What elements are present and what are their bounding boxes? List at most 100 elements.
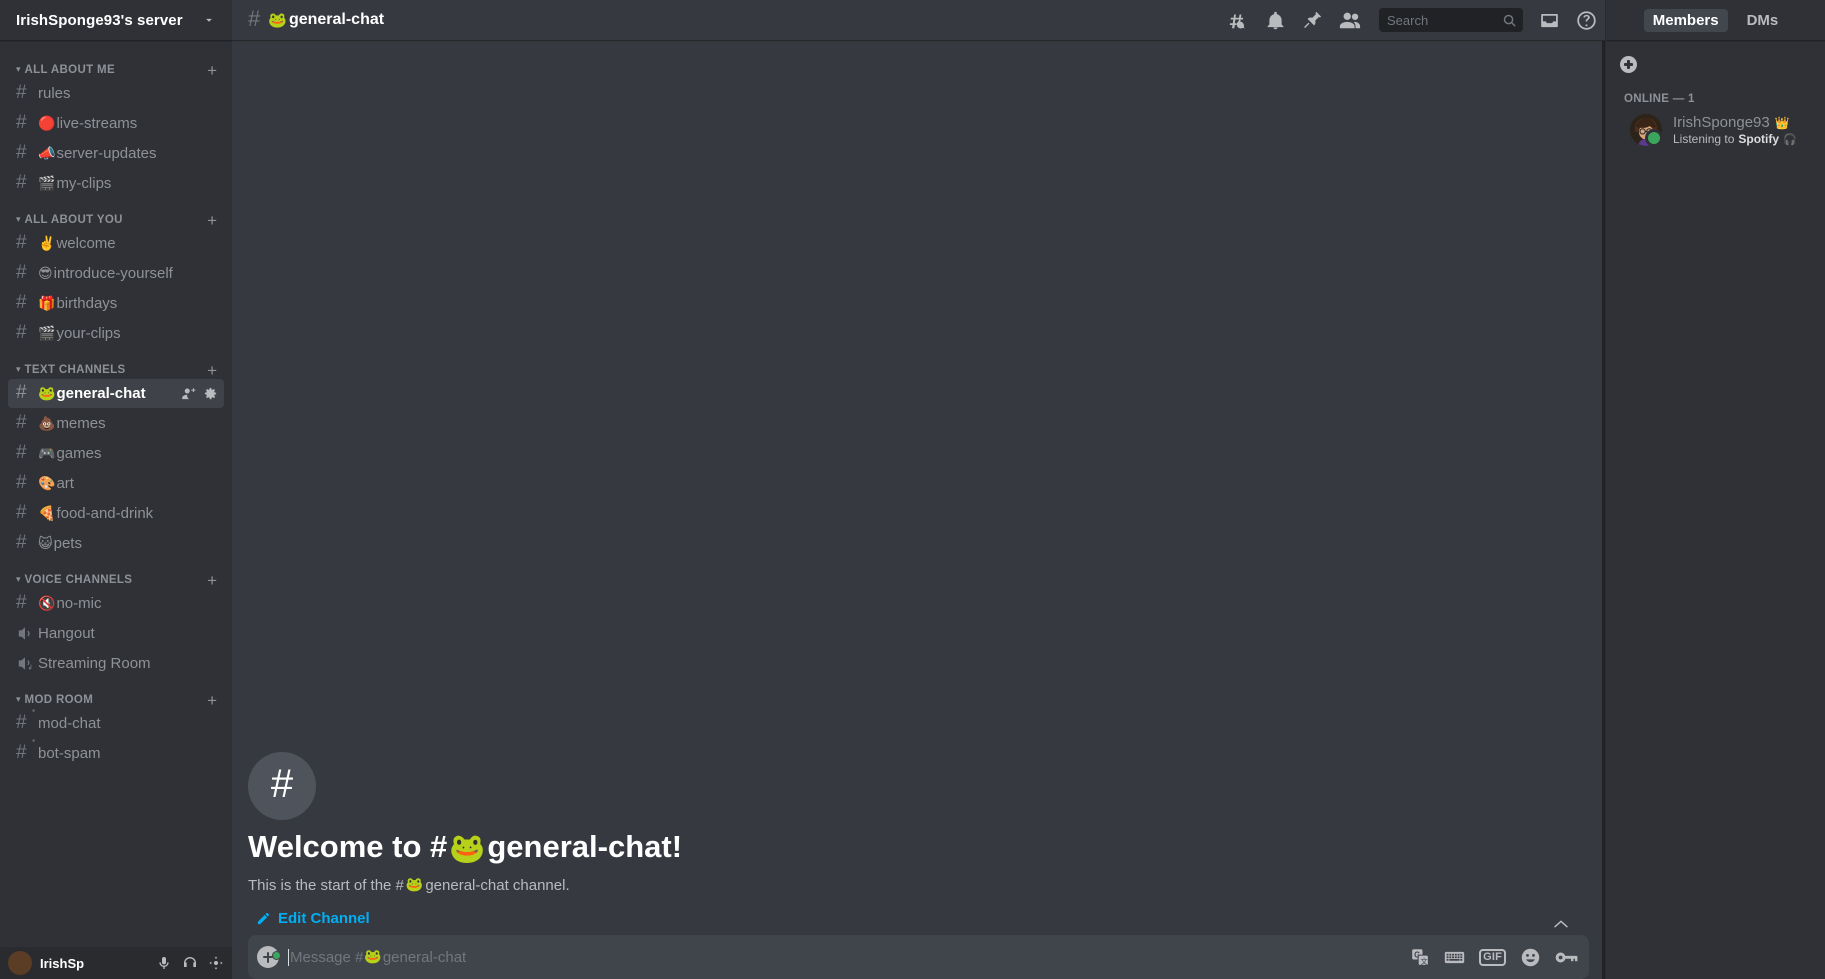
sidebar-channel-server-updates[interactable]: # 📣server-updates bbox=[8, 139, 224, 168]
sidebar-channel-welcome[interactable]: # ✌️welcome bbox=[8, 229, 224, 258]
members-icon[interactable] bbox=[1339, 9, 1361, 31]
pin-icon[interactable] bbox=[1302, 10, 1323, 31]
gif-icon[interactable]: GIF bbox=[1479, 948, 1506, 966]
stage-channel-icon bbox=[16, 654, 38, 673]
create-channel-button[interactable]: + bbox=[207, 692, 224, 709]
category-collapse-icon[interactable]: ▾ bbox=[16, 214, 21, 224]
attach-button[interactable] bbox=[248, 946, 288, 968]
sidebar-channel-live-streams[interactable]: # 🔴live-streams bbox=[8, 109, 224, 138]
sidebar-channel-art[interactable]: # 🎨art bbox=[8, 469, 224, 498]
edit-channel-button[interactable]: Edit Channel bbox=[248, 910, 1589, 927]
search-box[interactable]: Search bbox=[1379, 8, 1523, 32]
search-input[interactable]: Search bbox=[1387, 13, 1502, 28]
sidebar-channel-streaming room[interactable]: Streaming Room bbox=[8, 649, 224, 678]
sidebar-channel-mod-chat[interactable]: # ▪ mod-chat bbox=[8, 707, 224, 738]
hash-icon: # bbox=[248, 6, 261, 31]
sidebar-channel-your-clips[interactable]: # 🎬your-clips bbox=[8, 319, 224, 348]
sidebar-channel-general-chat[interactable]: # 🐸general-chat bbox=[8, 379, 224, 408]
search-icon[interactable] bbox=[1502, 13, 1517, 28]
channel-name: Streaming Room bbox=[38, 655, 218, 672]
channel-name: 💩memes bbox=[38, 415, 218, 432]
channel-category-mod-room[interactable]: ▾ MOD ROOM + bbox=[0, 680, 232, 709]
create-channel-button[interactable]: + bbox=[207, 212, 224, 229]
google-translate-icon[interactable]: G 文 bbox=[1411, 948, 1430, 967]
sidebar-channel-birthdays[interactable]: # 🎁birthdays bbox=[8, 289, 224, 318]
create-channel-button[interactable]: + bbox=[207, 572, 224, 589]
member-meta: IrishSponge93 👑 Listening to Spotify 🎧 bbox=[1673, 114, 1809, 146]
channel-emoji: 🎬 bbox=[38, 326, 56, 342]
channel-emoji: 💩 bbox=[38, 416, 56, 432]
current-user-meta: IrishSp bbox=[40, 956, 148, 971]
channel-category-voice-channels[interactable]: ▾ VOICE CHANNELS + bbox=[0, 560, 232, 589]
channel-name-text: Hangout bbox=[38, 625, 95, 642]
sidebar-channel-food-and-drink[interactable]: # 🍕food-and-drink bbox=[8, 499, 224, 528]
member-name-text: IrishSponge93 bbox=[1673, 114, 1770, 131]
message-region[interactable]: # Welcome to # 🐸 general-chat! This is t… bbox=[232, 40, 1605, 935]
category-collapse-icon[interactable]: ▾ bbox=[16, 64, 21, 74]
sidebar-channel-no-mic[interactable]: # 🔇no-mic bbox=[8, 589, 224, 618]
emoji-icon[interactable] bbox=[1520, 947, 1541, 968]
sidebar-channel-memes[interactable]: # 💩memes bbox=[8, 409, 224, 438]
members-tab-members[interactable]: Members bbox=[1643, 8, 1728, 32]
settings-icon[interactable] bbox=[208, 955, 224, 971]
sidebar-channel-games[interactable]: # 🎮games bbox=[8, 439, 224, 468]
voice-channel-icon bbox=[16, 624, 38, 643]
mic-icon[interactable] bbox=[156, 955, 172, 971]
channel-category-all-about-me[interactable]: ▾ ALL ABOUT ME + bbox=[0, 50, 232, 79]
help-icon[interactable] bbox=[1576, 10, 1597, 31]
chevron-down-icon[interactable] bbox=[202, 13, 216, 27]
channel-name-text: food-and-drink bbox=[56, 505, 154, 522]
server-header[interactable]: IrishSponge93's server bbox=[0, 0, 232, 40]
hash-icon: # bbox=[16, 292, 27, 313]
channel-emoji: 🎬 bbox=[38, 176, 56, 192]
message-scrollbar[interactable] bbox=[1602, 41, 1605, 979]
members-tab-dms[interactable]: DMs bbox=[1738, 9, 1788, 32]
invite-icon[interactable] bbox=[181, 386, 196, 401]
channel-name: 🎮games bbox=[38, 445, 218, 462]
category-collapse-icon[interactable]: ▾ bbox=[16, 694, 21, 704]
message-input[interactable]: Message # 🐸 general-chat bbox=[288, 937, 1401, 978]
user-panel-buttons[interactable] bbox=[156, 955, 224, 971]
sidebar-channel-pets[interactable]: # 😺pets bbox=[8, 529, 224, 558]
welcome-sub-prefix: This is the start of the # bbox=[248, 877, 404, 894]
channel-category-all-about-you[interactable]: ▾ ALL ABOUT YOU + bbox=[0, 200, 232, 229]
category-collapse-icon[interactable]: ▾ bbox=[16, 574, 21, 584]
sidebar-channel-my-clips[interactable]: # 🎬my-clips bbox=[8, 169, 224, 198]
channel-name: 🎬my-clips bbox=[38, 175, 218, 192]
hash-icon: # bbox=[16, 142, 27, 163]
keyboard-icon[interactable] bbox=[1444, 948, 1465, 967]
bell-icon[interactable] bbox=[1265, 10, 1286, 31]
sidebar-channel-hangout[interactable]: Hangout bbox=[8, 619, 224, 648]
hash-icon: # bbox=[16, 382, 27, 403]
members-tabs: Members DMs bbox=[1606, 0, 1825, 40]
member-row[interactable]: IrishSponge93 👑 Listening to Spotify 🎧 bbox=[1614, 109, 1817, 151]
channel-category-text-channels[interactable]: ▾ TEXT CHANNELS + bbox=[0, 350, 232, 379]
jump-to-present-button[interactable] bbox=[1553, 919, 1569, 929]
hash-icon: # bbox=[16, 472, 27, 493]
hash-icon: # bbox=[16, 322, 27, 343]
sidebar-channel-rules[interactable]: # rules bbox=[8, 79, 224, 108]
scrollbar-thumb[interactable] bbox=[1602, 41, 1605, 979]
message-composer[interactable]: Message # 🐸 general-chat G 文 GIF bbox=[248, 935, 1589, 979]
hash-icon: # bbox=[16, 262, 27, 283]
current-user-panel[interactable]: IrishSp bbox=[0, 947, 232, 979]
hash-icon: # bbox=[16, 232, 27, 253]
hash-icon: # bbox=[16, 502, 27, 523]
threads-icon[interactable] bbox=[1227, 9, 1249, 31]
channel-emoji: 😎 bbox=[38, 266, 53, 282]
sidebar-channel-bot-spam[interactable]: # ▪ bot-spam bbox=[8, 737, 224, 768]
create-channel-button[interactable]: + bbox=[207, 62, 224, 79]
channel-list[interactable]: ▾ ALL ABOUT ME + # rules # 🔴live-streams # 📣serv… bbox=[0, 40, 232, 947]
category-collapse-icon[interactable]: ▾ bbox=[16, 364, 21, 374]
welcome-subtitle: This is the start of the # 🐸 general-cha… bbox=[248, 875, 1589, 896]
add-member-button[interactable] bbox=[1606, 56, 1637, 73]
nitro-key-icon[interactable] bbox=[1555, 950, 1579, 965]
message-placeholder: Message # 🐸 general-chat bbox=[290, 949, 466, 966]
inbox-icon[interactable] bbox=[1539, 10, 1560, 31]
sidebar-channel-introduce-yourself[interactable]: # 😎introduce-yourself bbox=[8, 259, 224, 288]
settings-icon[interactable] bbox=[203, 386, 218, 401]
create-channel-button[interactable]: + bbox=[207, 362, 224, 379]
channel-name-text: no-mic bbox=[56, 595, 102, 612]
headphones-icon[interactable] bbox=[182, 955, 198, 971]
status-indicator-online bbox=[1645, 129, 1663, 147]
